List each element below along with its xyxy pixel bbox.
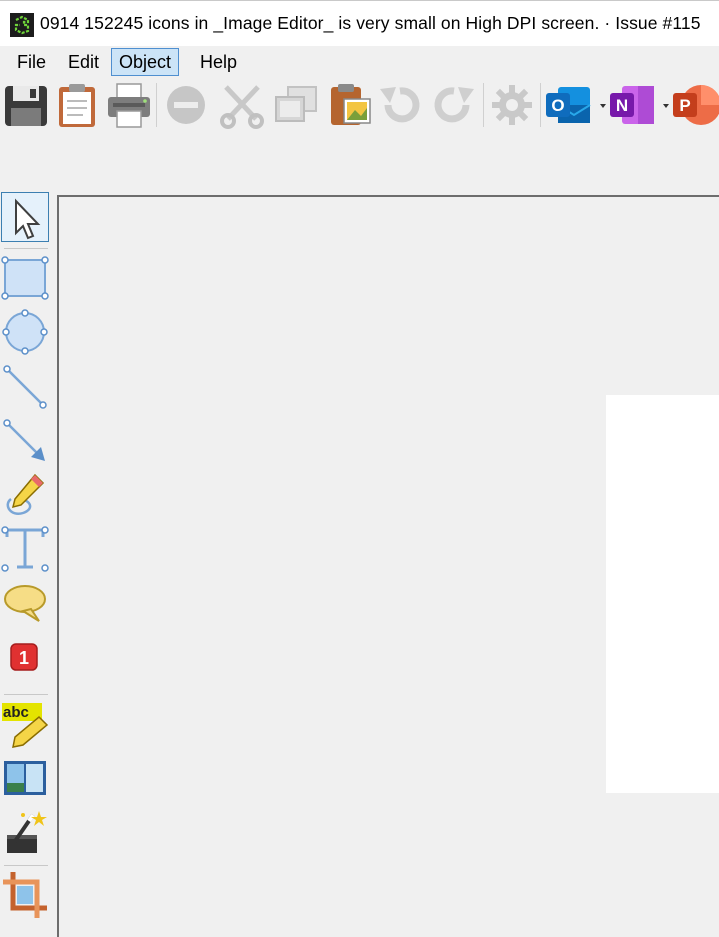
print-icon — [108, 83, 150, 128]
select-tool-button[interactable] — [1, 192, 49, 242]
editor-canvas[interactable] — [57, 195, 719, 937]
obfuscate-tool-button[interactable] — [1, 753, 49, 803]
onenote-letter: N — [616, 96, 628, 115]
freehand-tool-icon — [6, 473, 45, 516]
redo-icon — [434, 87, 474, 123]
cut-icon — [220, 85, 264, 129]
save-button[interactable] — [2, 81, 50, 129]
outlook-icon: O — [546, 87, 591, 123]
paste-button[interactable] — [326, 81, 374, 129]
text-tool-icon — [1, 526, 49, 572]
cut-button[interactable] — [218, 81, 266, 129]
settings-icon — [492, 85, 532, 125]
tools-separator — [4, 248, 48, 249]
undo-button[interactable] — [376, 81, 424, 129]
select-cursor-icon — [15, 198, 41, 240]
powerpoint-export-button[interactable]: P — [671, 81, 719, 129]
menu-bar: File Edit Object Help — [0, 46, 719, 78]
step-label-tool-icon: 1 — [10, 643, 38, 671]
line-tool-button[interactable] — [1, 361, 49, 411]
captured-image[interactable] — [606, 395, 719, 793]
highlight-tool-button[interactable]: abc — [1, 699, 49, 749]
highlight-text: abc — [3, 704, 29, 721]
undo-icon — [380, 87, 420, 123]
rectangle-tool-icon — [1, 256, 49, 300]
line-tool-icon — [3, 365, 47, 409]
step-label-tool-button[interactable]: 1 — [1, 631, 49, 681]
toolbar-separator — [483, 83, 484, 127]
copy-button[interactable] — [272, 81, 320, 129]
outlook-export-button[interactable]: O — [544, 81, 592, 129]
crop-tool-icon — [3, 872, 47, 918]
toolbar-separator — [156, 83, 157, 127]
onenote-dropdown-icon[interactable] — [662, 103, 670, 109]
save-icon — [5, 86, 47, 126]
speechbubble-tool-icon — [4, 585, 46, 622]
speechbubble-tool-button[interactable] — [1, 577, 49, 627]
arrow-tool-icon — [3, 419, 45, 461]
rectangle-tool-button[interactable] — [1, 253, 49, 303]
step-number: 1 — [19, 648, 29, 668]
redo-button[interactable] — [430, 81, 478, 129]
settings-button[interactable] — [488, 81, 536, 129]
ellipse-tool-button[interactable] — [1, 307, 49, 357]
tools-separator — [4, 694, 48, 695]
delete-button[interactable] — [162, 81, 210, 129]
ellipse-tool-icon — [2, 309, 48, 355]
print-button[interactable] — [105, 81, 153, 129]
magic-wand-icon — [7, 811, 47, 853]
delete-icon — [167, 86, 205, 124]
crop-tool-button[interactable] — [1, 870, 49, 920]
copy-icon — [275, 86, 317, 122]
powerpoint-icon: P — [673, 85, 719, 125]
arrow-tool-button[interactable] — [1, 415, 49, 465]
highlight-tool-icon: abc — [2, 703, 49, 748]
menu-edit[interactable]: Edit — [61, 48, 106, 76]
freehand-tool-button[interactable] — [1, 469, 49, 519]
toolbar-separator — [540, 83, 541, 127]
toolbar: O N P — [0, 79, 719, 131]
powerpoint-letter: P — [679, 96, 690, 115]
onenote-icon: N — [610, 86, 654, 124]
outlook-dropdown-icon[interactable] — [599, 103, 607, 109]
obfuscate-tool-icon — [4, 761, 46, 795]
menu-file[interactable]: File — [10, 48, 53, 76]
paste-icon — [331, 84, 371, 125]
window-title: 0914 152245 icons in _Image Editor_ is v… — [40, 13, 701, 33]
drawing-tools-panel: 1 abc — [0, 190, 52, 937]
copy-to-clipboard-button[interactable] — [53, 81, 101, 129]
outlook-letter: O — [551, 96, 564, 115]
magic-wand-tool-button[interactable] — [1, 807, 49, 857]
title-bar: 0914 152245 icons in _Image Editor_ is v… — [0, 0, 719, 46]
onenote-export-button[interactable]: N — [608, 81, 656, 129]
greenshot-icon — [10, 13, 34, 37]
tools-separator — [4, 865, 48, 866]
menu-object[interactable]: Object — [111, 48, 180, 76]
menu-help[interactable]: Help — [193, 48, 244, 76]
text-tool-button[interactable] — [1, 523, 49, 573]
clipboard-icon — [59, 84, 95, 127]
